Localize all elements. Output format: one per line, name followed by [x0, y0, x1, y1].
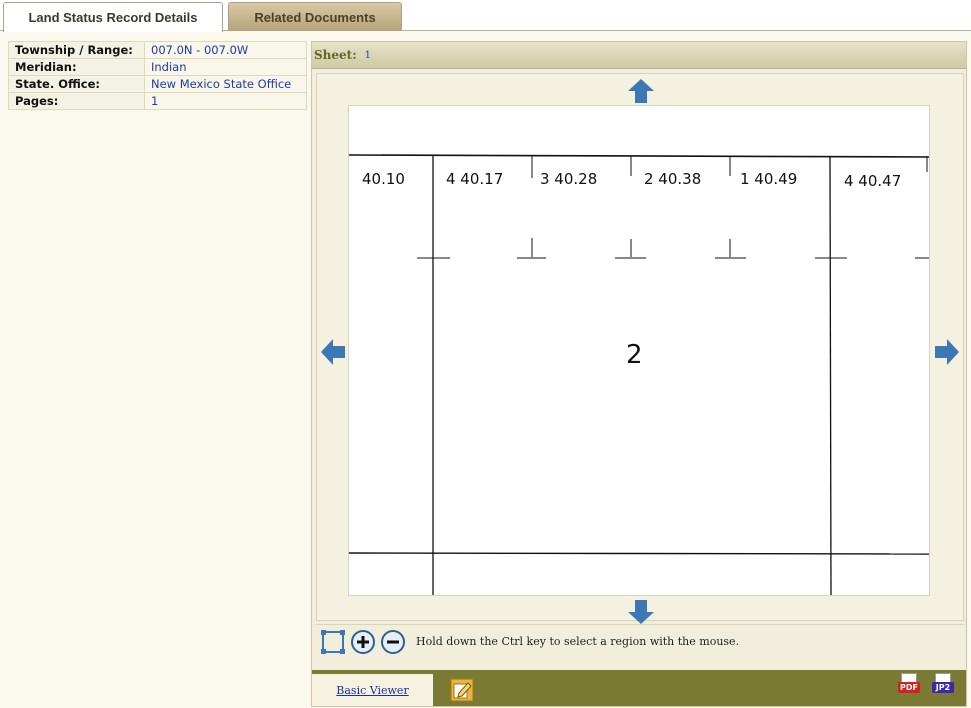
- jp2-label: JP2: [932, 682, 954, 693]
- record-details-table: Township / Range: 007.0N - 007.0W Meridi…: [8, 41, 307, 110]
- lot-label: 3 40.28: [540, 170, 597, 188]
- lot-label: 2 40.38: [644, 170, 701, 188]
- state-office-value: New Mexico State Office: [144, 75, 307, 93]
- viewer-toolbar: Hold down the Ctrl key to select a regio…: [316, 624, 964, 658]
- pages-label: Pages:: [8, 92, 145, 110]
- tab-related-documents[interactable]: Related Documents: [228, 2, 402, 31]
- survey-plat-drawing: 40.10 4 40.17 3 40.28 2 40.38 1 40.49 4 …: [349, 154, 929, 595]
- tab-bar: Land Status Record Details Related Docum…: [0, 0, 971, 32]
- lot-label: 40.10: [362, 170, 405, 188]
- select-region-icon[interactable]: [320, 629, 346, 655]
- basic-viewer-link[interactable]: Basic Viewer: [336, 684, 408, 697]
- zoom-out-icon[interactable]: [380, 629, 406, 655]
- sheet-value: 1: [364, 49, 372, 61]
- viewer-footer: Basic Viewer PDF JP2: [312, 670, 966, 706]
- arrow-left-icon[interactable]: [320, 338, 346, 366]
- sheet-label: Sheet:: [314, 48, 357, 62]
- lot-label: 1 40.49: [740, 170, 797, 188]
- arrow-down-icon[interactable]: [627, 599, 655, 625]
- pages-value: 1: [144, 92, 307, 110]
- basic-viewer-tab: Basic Viewer: [312, 674, 433, 706]
- lot-label: 4 40.47: [844, 172, 901, 190]
- township-range-label: Township / Range:: [8, 41, 145, 59]
- arrow-right-icon[interactable]: [934, 338, 960, 366]
- section-number: 2: [626, 340, 643, 370]
- pdf-label: PDF: [898, 682, 920, 693]
- pdf-icon[interactable]: PDF: [898, 673, 920, 695]
- meridian-value: Indian: [144, 58, 307, 76]
- table-row: Pages: 1: [8, 92, 307, 110]
- jp2-icon[interactable]: JP2: [932, 673, 954, 695]
- township-range-value: 007.0N - 007.0W: [144, 41, 307, 59]
- meridian-label: Meridian:: [8, 58, 145, 76]
- state-office-label: State. Office:: [8, 75, 145, 93]
- tab-land-status-record-details[interactable]: Land Status Record Details: [3, 2, 223, 32]
- table-row: Meridian: Indian: [8, 58, 307, 76]
- document-viewer: Sheet: 1 40.10 4 40.17 3 40.28 2 40.38 1…: [311, 41, 967, 707]
- table-row: State. Office: New Mexico State Office: [8, 75, 307, 93]
- edit-icon[interactable]: [450, 678, 474, 702]
- arrow-up-icon[interactable]: [627, 78, 655, 104]
- selection-hint: Hold down the Ctrl key to select a regio…: [416, 635, 740, 648]
- image-stage: 40.10 4 40.17 3 40.28 2 40.38 1 40.49 4 …: [316, 73, 964, 624]
- document-image[interactable]: 40.10 4 40.17 3 40.28 2 40.38 1 40.49 4 …: [348, 105, 930, 596]
- sheet-bar: Sheet: 1: [312, 42, 966, 69]
- lot-label: 4 40.17: [446, 170, 503, 188]
- table-row: Township / Range: 007.0N - 007.0W: [8, 41, 307, 59]
- zoom-in-icon[interactable]: [350, 629, 376, 655]
